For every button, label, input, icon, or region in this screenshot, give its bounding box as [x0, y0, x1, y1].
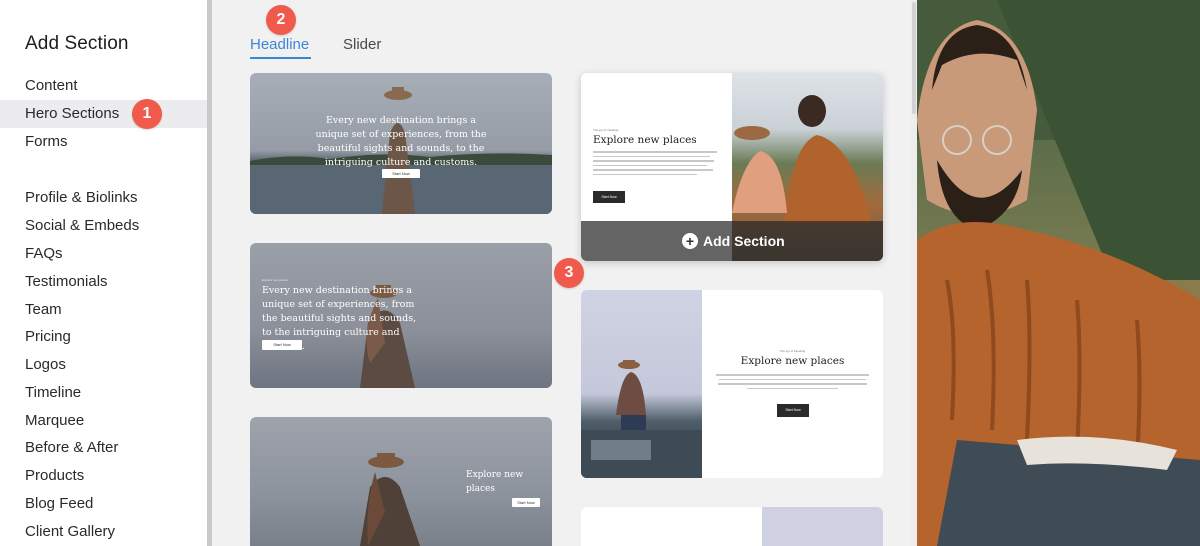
sidebar-item-faqs[interactable]: FAQs	[0, 240, 207, 268]
hero-template-card-2[interactable]: Explore new places Every new destination…	[250, 243, 552, 388]
tab-headline[interactable]: Headline	[250, 36, 309, 53]
card2-eyebrow: Explore new places	[262, 278, 289, 282]
card3-cta: Start Now	[512, 498, 540, 507]
step-badge-1: 1	[132, 99, 162, 129]
sidebar-item-hero-sections[interactable]: Hero Sections	[0, 100, 207, 128]
card6-photo	[762, 507, 883, 546]
card4-cta: Start Now	[593, 191, 625, 203]
hero-template-card-6[interactable]	[581, 507, 883, 546]
sidebar-item-blog-feed[interactable]: Blog Feed	[0, 490, 207, 518]
sidebar-item-testimonials[interactable]: Testimonials	[0, 268, 207, 296]
sidebar-item-social-embeds[interactable]: Social & Embeds	[0, 212, 207, 240]
card5-cta: Start Now	[777, 404, 809, 417]
hero-template-card-1[interactable]: Every new destination brings a unique se…	[250, 73, 552, 214]
woman-on-van-photo	[581, 290, 702, 478]
card4-body-lines	[593, 151, 723, 183]
templates-scrollbar-thumb[interactable]	[912, 2, 916, 114]
add-section-button-label[interactable]: Add Section	[703, 233, 785, 249]
sidebar-item-content[interactable]: Content	[0, 72, 207, 100]
plus-icon: +	[682, 233, 698, 249]
hero-template-card-3[interactable]: Explore new places Start Now	[250, 417, 552, 546]
sidebar-item-pricing[interactable]: Pricing	[0, 323, 207, 351]
sidebar-item-team[interactable]: Team	[0, 296, 207, 324]
sidebar-item-logos[interactable]: Logos	[0, 351, 207, 379]
sidebar-divider	[207, 0, 212, 546]
active-tab-indicator	[250, 57, 311, 59]
sidebar-item-profile-biolinks[interactable]: Profile & Biolinks	[0, 184, 207, 212]
man-with-map-illustration	[917, 0, 1200, 546]
sidebar-item-client-gallery[interactable]: Client Gallery	[0, 518, 207, 546]
sidebar-item-timeline[interactable]: Timeline	[0, 379, 207, 407]
card4-title: Explore new places	[593, 134, 697, 146]
step-badge-2: 2	[266, 5, 296, 35]
card2-cta: Start Now	[262, 340, 302, 350]
hero-template-card-5[interactable]: The joy of traveling Explore new places …	[581, 290, 883, 478]
add-section-sidebar: Add Section Content Hero Sections Forms …	[0, 0, 207, 546]
card5-body-lines	[716, 374, 869, 389]
sidebar-item-before-after[interactable]: Before & After	[0, 434, 207, 462]
card3-title: Explore new places	[466, 470, 524, 494]
sidebar-item-marquee[interactable]: Marquee	[0, 407, 207, 435]
sidebar-item-products[interactable]: Products	[0, 462, 207, 490]
card1-headline: Every new destination brings a unique se…	[315, 115, 487, 168]
sidebar-title: Add Section	[25, 33, 129, 54]
sidebar-item-forms[interactable]: Forms	[0, 128, 207, 156]
card5-title: Explore new places	[740, 355, 845, 367]
tab-slider[interactable]: Slider	[343, 36, 381, 53]
add-section-overlay[interactable]: + Add Section	[581, 221, 883, 261]
step-badge-3: 3	[554, 258, 584, 288]
card5-eyebrow: The joy of traveling	[779, 349, 806, 353]
card1-cta: Start Now	[382, 169, 420, 178]
hero-template-card-4[interactable]: The joy of traveling Explore new places …	[581, 73, 883, 261]
card4-eyebrow: The joy of traveling	[593, 128, 619, 132]
page-preview	[917, 0, 1200, 546]
